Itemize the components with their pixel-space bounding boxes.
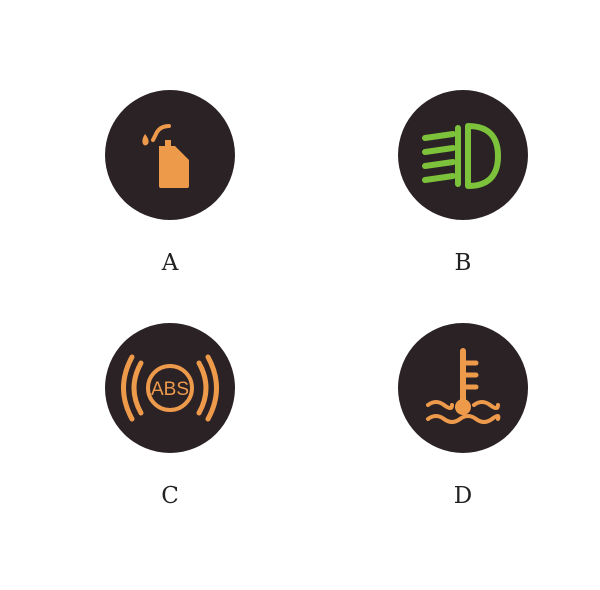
option-label: B: [454, 250, 472, 276]
option-label: A: [161, 250, 179, 276]
warning-light-a: [105, 90, 235, 220]
abs-warning-icon: ABS: [121, 354, 219, 422]
warning-light-b: [398, 90, 528, 220]
option-label: C: [161, 483, 179, 509]
option-d[interactable]: D: [363, 323, 563, 523]
option-a[interactable]: A: [70, 90, 270, 290]
coolant-temperature-icon: [426, 348, 501, 424]
option-b[interactable]: B: [363, 90, 563, 290]
option-label: D: [453, 483, 473, 509]
warning-light-d: [398, 323, 528, 453]
option-c[interactable]: ABS C: [70, 323, 270, 523]
oil-can-icon: [142, 124, 189, 188]
warning-light-c: ABS: [105, 323, 235, 453]
abs-text: ABS: [151, 379, 189, 400]
fog-light-icon: [422, 123, 501, 189]
